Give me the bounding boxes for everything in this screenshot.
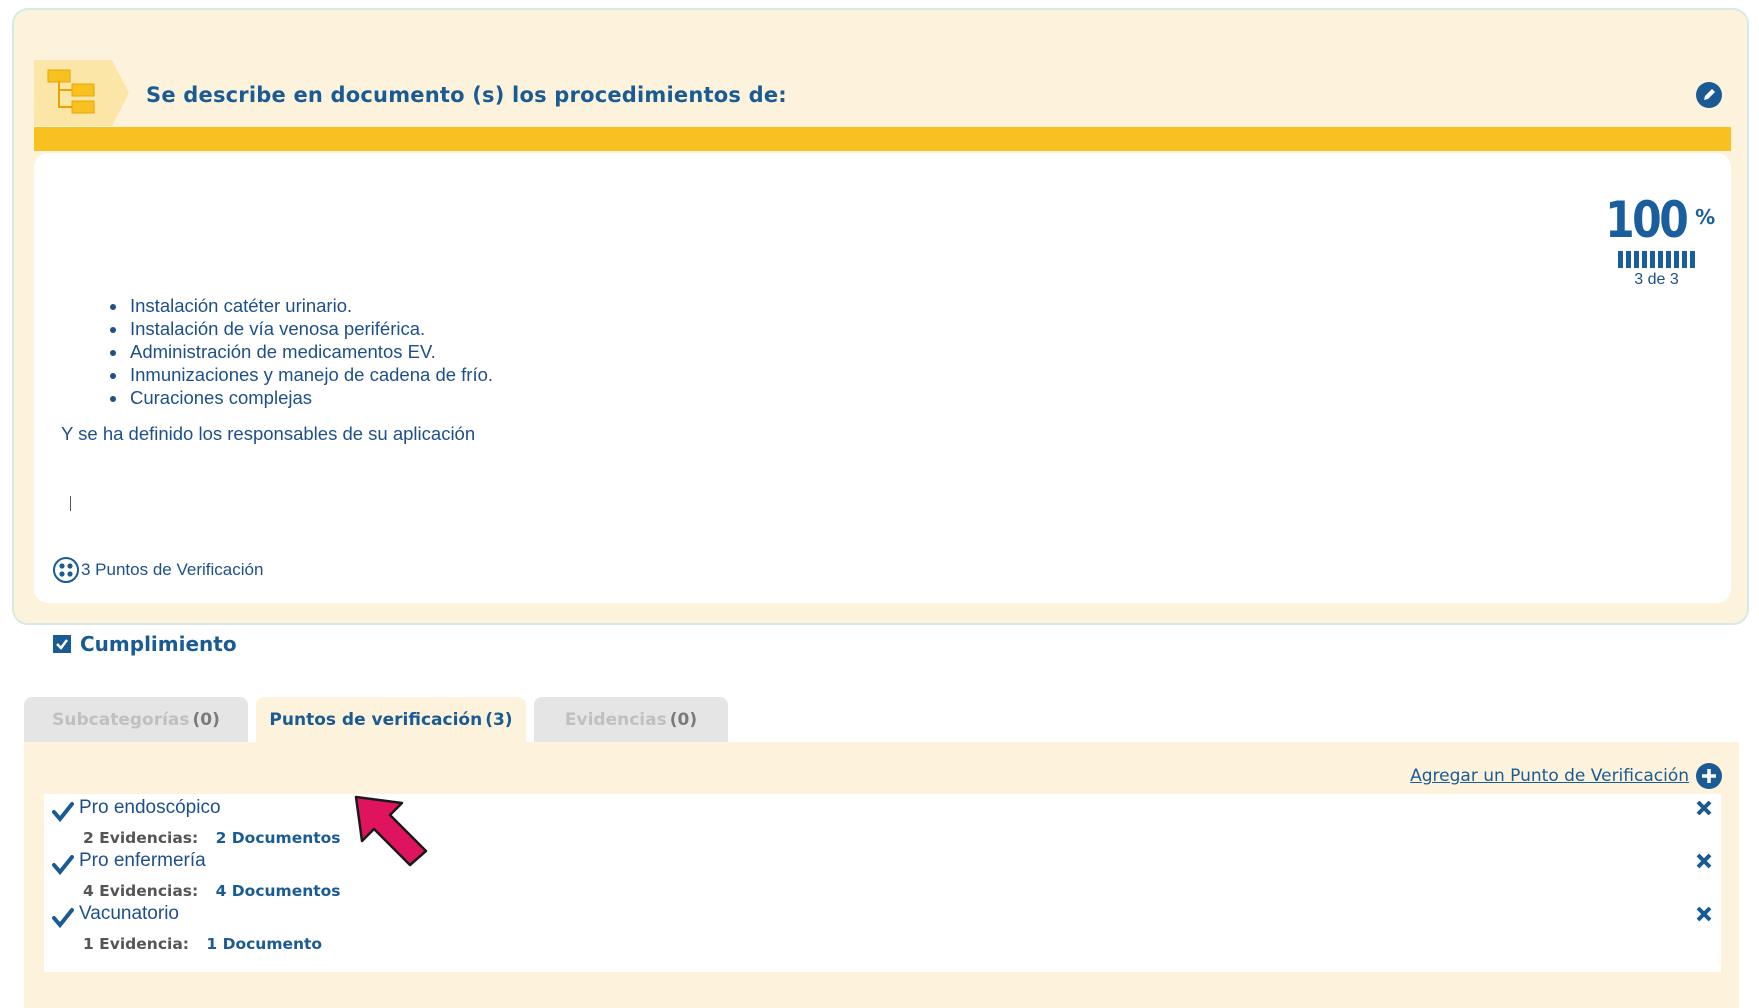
check-icon: [52, 908, 74, 928]
annotation-arrow-icon: [354, 795, 428, 867]
tab-label: Evidencias: [564, 709, 667, 730]
add-verification-point-label[interactable]: Agregar un Punto de Verificación: [1410, 766, 1689, 786]
procedure-list: Instalación catéter urinario. Instalació…: [100, 294, 493, 409]
header-divider-bar: [34, 127, 1731, 151]
check-icon: [52, 855, 74, 875]
pencil-icon[interactable]: [1695, 81, 1723, 109]
procedure-item: Instalación de vía venosa periférica.: [128, 317, 493, 340]
progress-bars: [1594, 251, 1719, 268]
progress-count: 3 de 3: [1634, 271, 1679, 288]
tab-label: Subcategorías: [52, 709, 190, 730]
verification-points-count[interactable]: 3 Puntos de Verificación: [52, 556, 263, 584]
verification-point-name[interactable]: Vacunatorio: [79, 903, 179, 925]
tab-label: Puntos de verificación: [269, 709, 483, 730]
tab-evidences[interactable]: Evidencias (0): [534, 697, 728, 742]
close-icon[interactable]: [1695, 905, 1713, 923]
verification-points-list: Pro endoscópico 2 Evidencias: 2 Document…: [44, 794, 1721, 972]
verification-point-name[interactable]: Pro enfermería: [79, 850, 206, 872]
compliance-section: Cumplimiento: [52, 632, 237, 656]
verification-point-meta: 4 Evidencias: 4 Documentos: [83, 882, 341, 900]
list-item: Pro enfermería 4 Evidencias: 4 Documento…: [44, 847, 1721, 905]
dots-circle-icon: [53, 557, 79, 583]
check-icon: [52, 802, 74, 822]
procedure-card: Se describe en documento (s) los procedi…: [12, 8, 1749, 625]
evidence-count: 2 Evidencias:: [83, 829, 199, 847]
evidence-count: 1 Evidencia:: [83, 935, 189, 953]
close-icon[interactable]: [1695, 852, 1713, 870]
verification-points-label: 3 Puntos de Verificación: [81, 560, 264, 579]
procedure-item: Inmunizaciones y manejo de cadena de frí…: [128, 363, 493, 386]
procedure-item: Administración de medicamentos EV.: [128, 340, 493, 363]
tab-subcategories[interactable]: Subcategorías (0): [24, 697, 248, 742]
text-cursor: [70, 496, 71, 511]
list-item: Pro endoscópico 2 Evidencias: 2 Document…: [44, 794, 1721, 852]
verification-point-meta: 1 Evidencia: 1 Documento: [83, 935, 322, 953]
responsibles-note: Y se ha definido los responsables de su …: [61, 423, 476, 444]
documents-link[interactable]: 4 Documentos: [216, 882, 341, 900]
close-icon[interactable]: [1695, 799, 1713, 817]
procedure-item: Curaciones complejas: [128, 386, 493, 409]
tab-verification-points[interactable]: Puntos de verificación (3): [256, 697, 526, 742]
verification-point-meta: 2 Evidencias: 2 Documentos: [83, 829, 341, 847]
documents-link[interactable]: 2 Documentos: [216, 829, 341, 847]
tab-count: (0): [192, 709, 220, 730]
tab-count: (3): [485, 709, 513, 730]
documents-link[interactable]: 1 Documento: [206, 935, 322, 953]
progress-percent: 100: [1604, 191, 1689, 249]
checkbox-icon: [53, 635, 71, 653]
evidence-count: 4 Evidencias:: [83, 882, 199, 900]
procedure-item: Instalación catéter urinario.: [128, 294, 493, 317]
tab-count: (0): [669, 709, 698, 730]
verification-point-name[interactable]: Pro endoscópico: [79, 797, 221, 819]
hierarchy-icon: [34, 60, 129, 126]
add-verification-point-link[interactable]: Agregar un Punto de Verificación: [1410, 762, 1723, 790]
compliance-title: Cumplimiento: [80, 632, 237, 656]
progress-percent-sign: %: [1695, 205, 1716, 229]
plus-circle-icon[interactable]: [1695, 762, 1723, 790]
card-body: Instalación catéter urinario. Instalació…: [34, 153, 1731, 603]
card-title: Se describe en documento (s) los procedi…: [146, 83, 787, 107]
verification-points-panel: Agregar un Punto de Verificación Pro end…: [24, 742, 1739, 1008]
progress-indicator: 100 % 3 de 3: [1594, 193, 1719, 289]
list-item: Vacunatorio 1 Evidencia: 1 Documento: [44, 900, 1721, 958]
